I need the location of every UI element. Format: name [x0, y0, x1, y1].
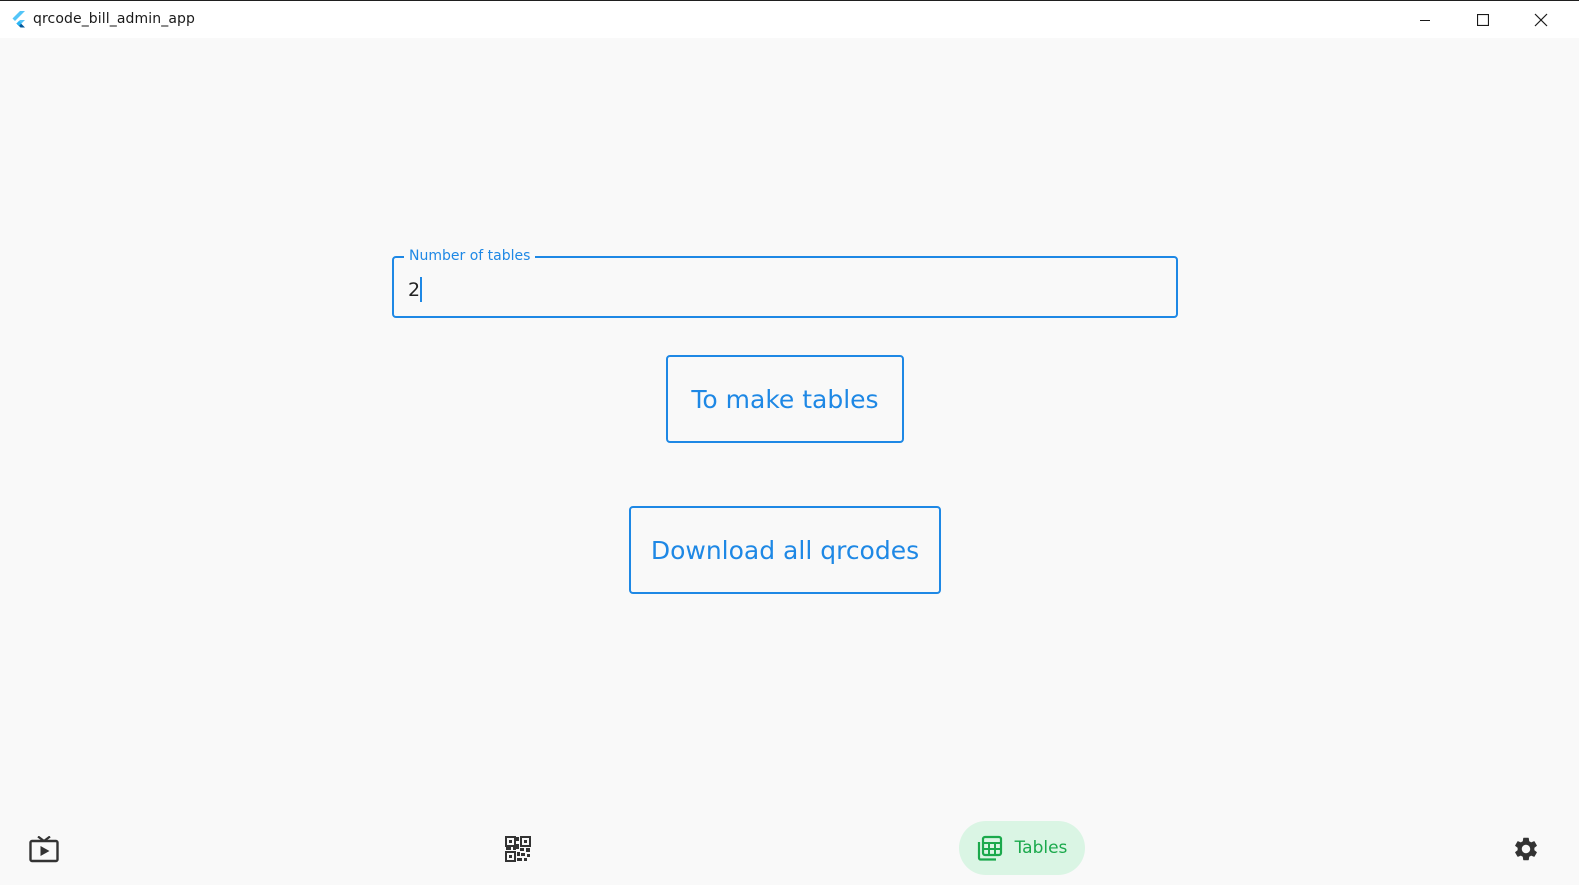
nav-item-settings[interactable]	[1506, 832, 1546, 866]
download-all-qrcodes-button[interactable]: Download all qrcodes	[629, 506, 941, 594]
number-of-tables-input[interactable]: 2	[408, 277, 423, 302]
nav-item-live[interactable]	[24, 832, 64, 866]
flutter-logo-icon	[12, 11, 25, 28]
tables-icon	[977, 835, 1002, 861]
make-tables-button[interactable]: To make tables	[666, 355, 904, 443]
minimize-button[interactable]	[1396, 1, 1454, 38]
close-button[interactable]	[1512, 1, 1570, 38]
bottom-navigation-bar: Tables	[0, 816, 1579, 885]
close-icon	[1534, 13, 1548, 26]
nav-label-tables: Tables	[1014, 838, 1068, 858]
minimize-icon	[1420, 19, 1430, 21]
nav-item-qrcode[interactable]	[498, 832, 538, 866]
number-of-tables-field[interactable]: Number of tables 2	[392, 247, 1178, 318]
maximize-button[interactable]	[1454, 1, 1512, 38]
gear-icon	[1515, 837, 1537, 861]
field-label: Number of tables	[404, 247, 536, 265]
nav-item-tables[interactable]: Tables	[959, 821, 1085, 875]
title-bar: qrcode_bill_admin_app	[0, 0, 1579, 38]
field-value: 2	[408, 279, 421, 301]
maximize-icon	[1477, 13, 1489, 26]
app-window: qrcode_bill_admin_app Number of tables 2…	[0, 0, 1579, 885]
live-tv-icon	[29, 835, 59, 862]
window-title: qrcode_bill_admin_app	[33, 11, 195, 27]
text-caret	[420, 277, 423, 302]
qr-code-icon	[505, 836, 531, 862]
